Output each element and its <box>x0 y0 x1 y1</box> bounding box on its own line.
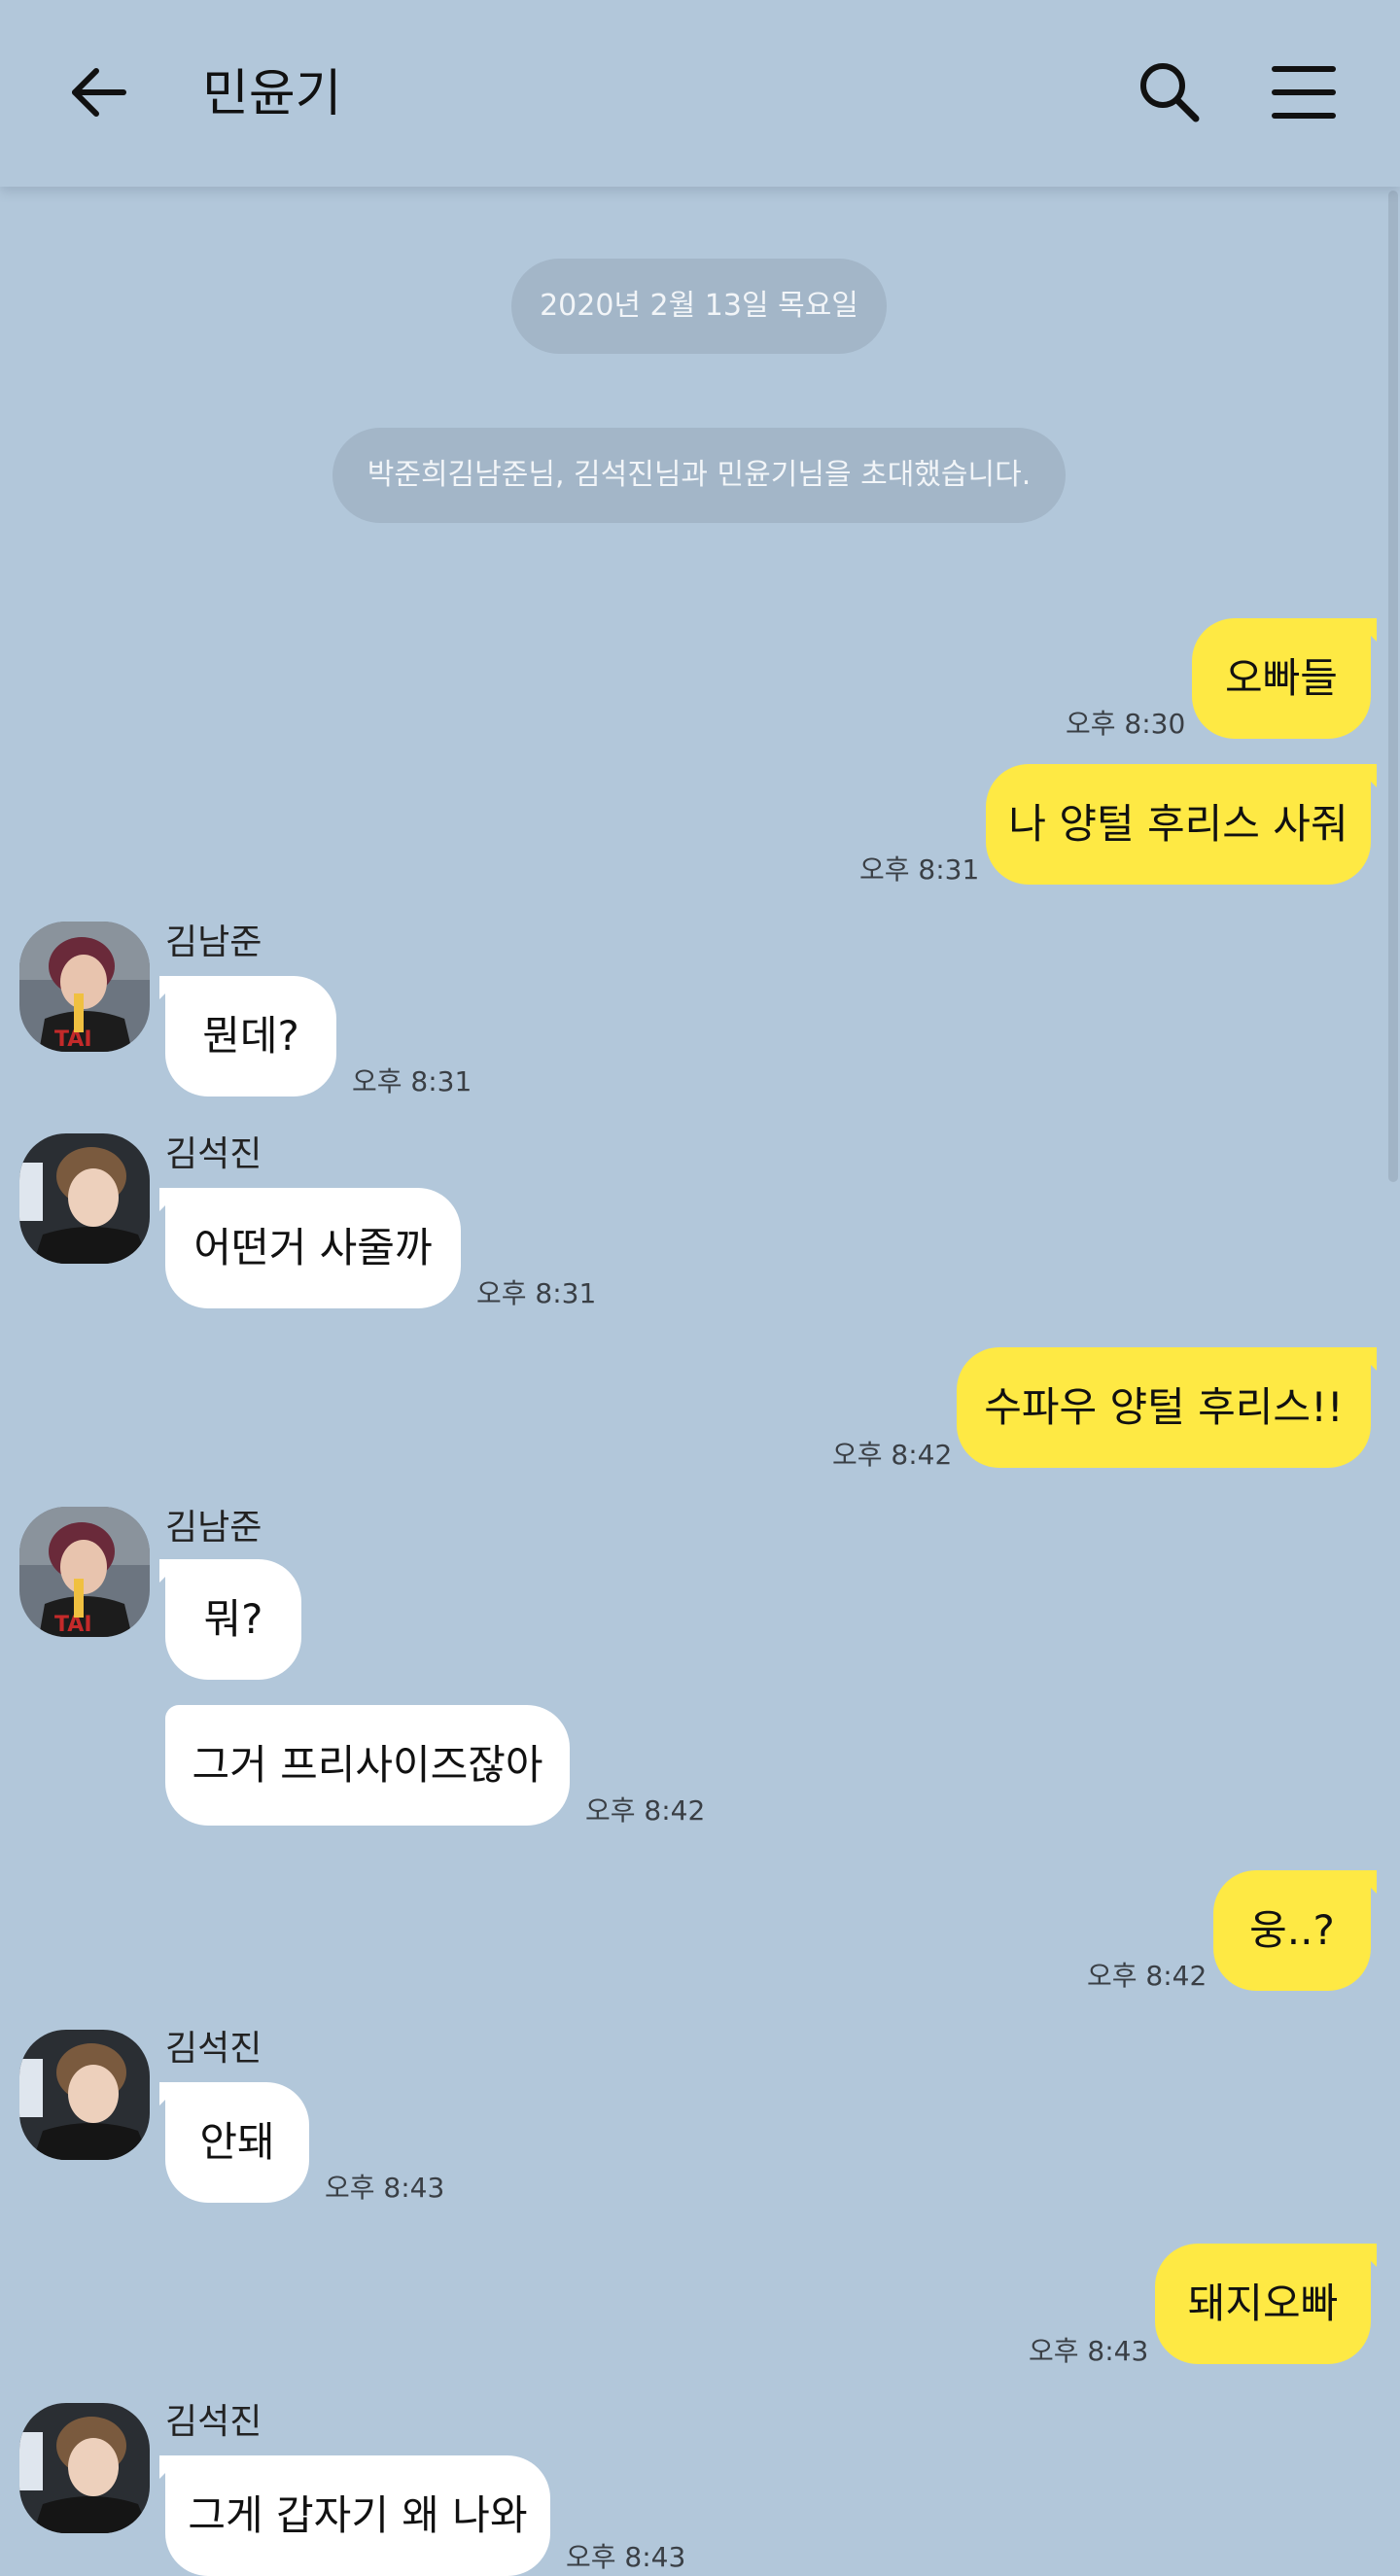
chat-scrollbar-thumb[interactable] <box>1388 191 1398 1182</box>
message-time: 오후 8:30 <box>1066 708 1186 740</box>
avatar-kim-seokjin[interactable] <box>19 2403 150 2533</box>
my-message-bubble[interactable]: 나 양털 후리스 사줘 <box>986 764 1377 885</box>
other-message-bubble[interactable]: 그거 프리사이즈잖아 <box>165 1705 570 1826</box>
profile-photo-icon: TAI <box>19 1507 150 1637</box>
search-button[interactable] <box>1126 49 1213 136</box>
avatar-kim-namjoon[interactable]: TAI <box>19 922 150 1052</box>
date-divider: 2020년 2월 13일 목요일 <box>511 259 887 354</box>
menu-button[interactable] <box>1260 49 1348 136</box>
message-time: 오후 8:43 <box>325 2172 445 2204</box>
message-time: 오후 8:31 <box>352 1065 472 1097</box>
avatar-kim-namjoon[interactable]: TAI <box>19 1507 150 1637</box>
chat-header: 민윤기 <box>0 0 1400 187</box>
profile-photo-icon <box>19 2030 150 2160</box>
message-time: 오후 8:42 <box>585 1794 706 1827</box>
my-message-bubble[interactable]: 오빠들 <box>1192 618 1377 739</box>
sender-name: 김석진 <box>165 2029 262 2069</box>
sender-name: 김남준 <box>165 1508 262 1548</box>
chat-room-title: 민윤기 <box>202 65 342 123</box>
avatar-kim-seokjin[interactable] <box>19 1133 150 1264</box>
invite-notice: 박준희김남준님, 김석진님과 민윤기님을 초대했습니다. <box>332 428 1066 523</box>
search-icon <box>1140 63 1200 122</box>
back-button[interactable] <box>54 49 142 136</box>
my-message-bubble[interactable]: 수파우 양털 후리스!! <box>957 1347 1377 1468</box>
my-message-bubble[interactable]: 웅..? <box>1213 1870 1377 1991</box>
profile-photo-icon: TAI <box>19 922 150 1052</box>
message-time: 오후 8:42 <box>832 1439 953 1471</box>
message-time: 오후 8:43 <box>566 2541 686 2573</box>
sender-name: 김석진 <box>165 1134 262 1174</box>
message-time: 오후 8:31 <box>476 1277 597 1309</box>
sender-name: 김석진 <box>165 2402 262 2442</box>
hamburger-menu-icon <box>1272 66 1336 119</box>
svg-text:TAI: TAI <box>54 1027 92 1052</box>
other-message-bubble[interactable]: 어떤거 사줄까 <box>159 1188 461 1308</box>
message-time: 오후 8:42 <box>1087 1960 1208 1992</box>
message-time: 오후 8:31 <box>859 853 980 886</box>
svg-text:TAI: TAI <box>54 1613 92 1637</box>
avatar-kim-seokjin[interactable] <box>19 2030 150 2160</box>
profile-photo-icon <box>19 2403 150 2533</box>
my-message-bubble[interactable]: 돼지오빠 <box>1155 2244 1377 2364</box>
other-message-bubble[interactable]: 그게 갑자기 왜 나와 <box>159 2455 550 2576</box>
other-message-bubble[interactable]: 안돼 <box>159 2082 309 2203</box>
other-message-bubble[interactable]: 뭐? <box>159 1559 301 1680</box>
other-message-bubble[interactable]: 뭔데? <box>159 976 336 1097</box>
profile-photo-icon <box>19 1133 150 1264</box>
sender-name: 김남준 <box>165 922 262 962</box>
arrow-left-icon <box>72 68 126 117</box>
message-time: 오후 8:43 <box>1029 2335 1149 2367</box>
